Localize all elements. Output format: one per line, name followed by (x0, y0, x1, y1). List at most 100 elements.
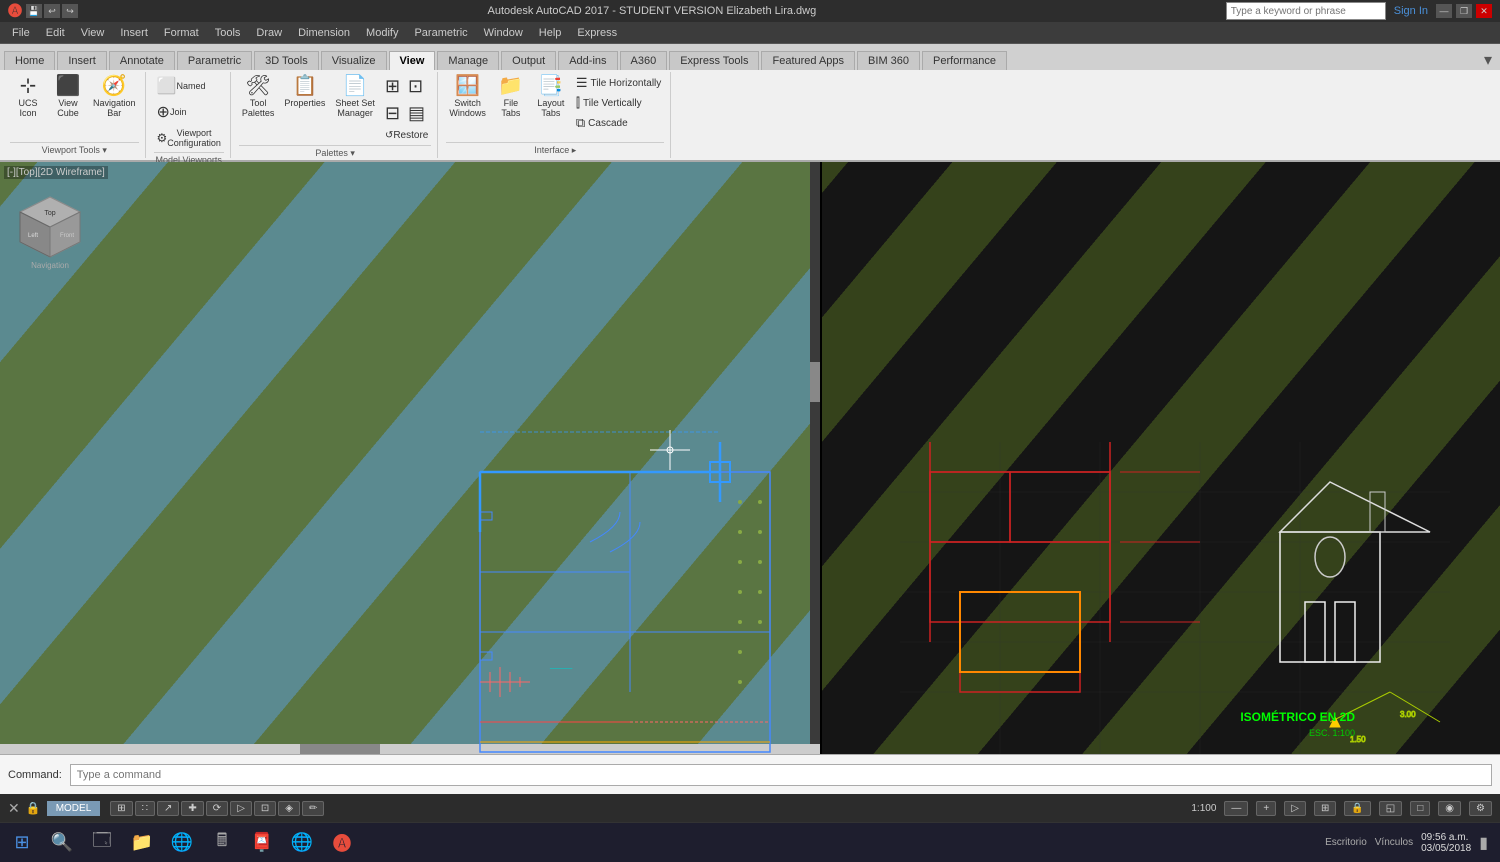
play-btn[interactable]: ▷ (1284, 801, 1306, 816)
menu-dimension[interactable]: Dimension (290, 22, 358, 44)
restore-btn[interactable]: ❐ (1456, 4, 1472, 18)
btn-icon3[interactable]: ⊟ (382, 101, 403, 126)
taskbar-start-btn[interactable]: ⊞ (4, 825, 40, 861)
status-dyn-btn[interactable]: ◈ (278, 801, 300, 816)
taskbar-edge-btn[interactable]: 🌐 (164, 825, 200, 861)
btn-named[interactable]: ⬜ Named (154, 74, 224, 98)
tab-a360[interactable]: A360 (620, 51, 668, 70)
btn-restore[interactable]: ↺ Restore (382, 128, 431, 143)
close-btn[interactable]: ✕ (1476, 4, 1492, 18)
redo-btn[interactable]: ↪ (62, 4, 78, 18)
btn-cascade[interactable]: ⧉ Cascade (573, 114, 664, 132)
menu-help[interactable]: Help (531, 22, 570, 44)
menu-edit[interactable]: Edit (38, 22, 73, 44)
scrollbar-thumb-v[interactable] (810, 362, 820, 402)
btn-icon1[interactable]: ⊞ (382, 74, 403, 99)
btn-view-cube[interactable]: ⬛ ViewCube (50, 74, 86, 120)
taskbar-calc-btn[interactable]: 🖩 (204, 825, 240, 861)
btn-switch-windows[interactable]: 🪟 SwitchWindows (446, 74, 489, 120)
tab-manage[interactable]: Manage (437, 51, 499, 70)
tab-addins[interactable]: Add-ins (558, 51, 617, 70)
tab-expresstools[interactable]: Express Tools (669, 51, 759, 70)
menu-format[interactable]: Format (156, 22, 207, 44)
tab-parametric[interactable]: Parametric (177, 51, 252, 70)
menu-view[interactable]: View (73, 22, 113, 44)
menu-tools[interactable]: Tools (207, 22, 249, 44)
menu-insert[interactable]: Insert (112, 22, 156, 44)
status-snap-btn[interactable]: ∷ (135, 801, 155, 816)
status-otrack-btn[interactable]: ▷ (230, 801, 252, 816)
full-nav-btn[interactable]: ◉ (1438, 801, 1461, 816)
taskbar-mail-btn[interactable]: 📮 (244, 825, 280, 861)
settings-btn[interactable]: ⚙ (1469, 801, 1492, 816)
viewport-config-icon: ⚙ (157, 131, 168, 145)
minimize-btn[interactable]: — (1436, 4, 1452, 18)
status-ortho-btn[interactable]: ↗ (157, 801, 179, 816)
tab-annotate[interactable]: Annotate (109, 51, 175, 70)
menu-file[interactable]: File (4, 22, 38, 44)
btn-icon2[interactable]: ⊡ (405, 74, 426, 99)
taskbar-taskview-btn[interactable]: 🗔 (84, 825, 120, 861)
status-polar-btn[interactable]: ✚ (181, 801, 203, 816)
menu-draw[interactable]: Draw (248, 22, 290, 44)
menu-parametric[interactable]: Parametric (406, 22, 475, 44)
btn-tile-vertically[interactable]: ⫿ Tile Vertically (573, 94, 664, 112)
tab-visualize[interactable]: Visualize (321, 51, 387, 70)
model-tab-btn[interactable]: MODEL (47, 801, 101, 816)
svg-text:Front: Front (60, 233, 74, 239)
btn-file-tabs[interactable]: 📁 FileTabs (493, 74, 529, 120)
btn-properties[interactable]: 📋 Properties (281, 74, 328, 110)
search-input[interactable] (1226, 2, 1386, 20)
viewport-area[interactable]: [-][Top][2D Wireframe] Top Left Front Na… (0, 162, 1500, 754)
status-osnap-btn[interactable]: ⟳ (206, 801, 228, 816)
lock-ui-btn[interactable]: 🔒 (1344, 801, 1370, 816)
tab-output[interactable]: Output (501, 51, 556, 70)
taskbar-autocad-btn[interactable]: 🅐 (324, 825, 360, 861)
tab-performance[interactable]: Performance (922, 51, 1007, 70)
taskbar-explorer-btn[interactable]: 📁 (124, 825, 160, 861)
taskbar-chrome-btn[interactable]: 🌐 (284, 825, 320, 861)
zoom-in-btn[interactable]: + (1256, 801, 1276, 816)
command-label: Command: (8, 769, 62, 781)
tab-3dtools[interactable]: 3D Tools (254, 51, 319, 70)
hardware-btn[interactable]: ◱ (1379, 801, 1402, 816)
workspace-btn[interactable]: ⊞ (1314, 801, 1336, 816)
btn-sheet-set-manager[interactable]: 📄 Sheet SetManager (332, 74, 378, 120)
menu-express[interactable]: Express (569, 22, 625, 44)
status-lw-btn[interactable]: ✏ (302, 801, 324, 816)
left-scrollbar-v[interactable] (810, 162, 820, 754)
tab-insert[interactable]: Insert (57, 51, 107, 70)
tab-view[interactable]: View (389, 51, 436, 70)
btn-icon4[interactable]: ▤ (405, 101, 428, 126)
ribbon-collapse-btn[interactable]: ▾ (1480, 50, 1496, 70)
btn-navigation-bar[interactable]: 🧭 NavigationBar (90, 74, 139, 120)
iso-label: ISOMÉTRICO EN 2D (1240, 710, 1355, 724)
navigation-cube-widget[interactable]: Top Left Front Navigation (15, 192, 85, 272)
btn-tile-horizontally[interactable]: ☰ Tile Horizontally (573, 74, 664, 92)
btn-join[interactable]: ⊕ Join (154, 100, 224, 124)
btn-tool-palettes[interactable]: 🛠 ToolPalettes (239, 74, 278, 120)
scrollbar-thumb-h[interactable] (300, 744, 380, 754)
status-grid-btn[interactable]: ⊞ (110, 801, 132, 816)
zoom-out-btn[interactable]: — (1224, 801, 1248, 816)
tab-home[interactable]: Home (4, 51, 55, 70)
status-ducs-btn[interactable]: ⊡ (254, 801, 276, 816)
taskbar-search-btn[interactable]: 🔍 (44, 825, 80, 861)
autocad-logo: 🅐 (8, 1, 22, 21)
menu-window[interactable]: Window (476, 22, 531, 44)
btn-layout-tabs[interactable]: 📑 LayoutTabs (533, 74, 569, 120)
btn-ucs-icon[interactable]: ⊹ UCSIcon (10, 74, 46, 120)
sign-in-btn[interactable]: Sign In (1394, 5, 1428, 17)
command-input[interactable] (70, 764, 1492, 786)
tab-bim360[interactable]: BIM 360 (857, 51, 920, 70)
quick-save-btn[interactable]: 💾 (26, 4, 42, 18)
isolate-btn[interactable]: □ (1410, 801, 1430, 816)
join-icon: ⊕ (157, 102, 170, 122)
status-x-btn[interactable]: ✕ (8, 800, 20, 817)
status-lock-btn[interactable]: 🔒 (26, 801, 41, 815)
tab-featuredapps[interactable]: Featured Apps (761, 51, 855, 70)
menu-modify[interactable]: Modify (358, 22, 406, 44)
btn-viewport-config[interactable]: ⚙ ViewportConfiguration (154, 126, 224, 150)
undo-btn[interactable]: ↩ (44, 4, 60, 18)
taskbar-show-desktop-btn[interactable]: ▮ (1479, 833, 1488, 853)
